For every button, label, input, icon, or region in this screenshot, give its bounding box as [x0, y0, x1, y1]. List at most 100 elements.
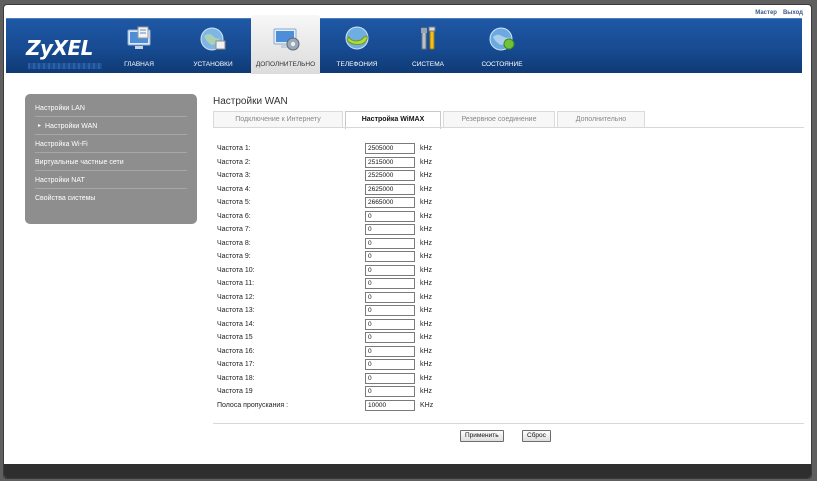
frequency-6-label: Частота 6: — [217, 212, 251, 220]
frequency-18-label: Частота 18: — [217, 374, 255, 382]
nav-advanced[interactable]: ДОПОЛНИТЕЛЬНО — [251, 15, 320, 74]
nav-telephony-label: ТЕЛЕФОНИЯ — [336, 61, 378, 68]
frequency-19-input[interactable] — [365, 386, 415, 397]
unit-label: kHz — [420, 158, 433, 166]
nav-home[interactable]: ГЛАВНАЯ — [119, 19, 159, 74]
frequency-14-label: Частота 14: — [217, 320, 255, 328]
unit-label: kHz — [420, 334, 433, 341]
frequency-4-input[interactable] — [365, 183, 415, 195]
sidebar-item-wan[interactable]: Настройки WAN — [35, 118, 187, 135]
frequency-16-label: Частота 16: — [217, 347, 255, 355]
frequency-4-label: Частота 4: — [217, 185, 251, 193]
frequency-10-input[interactable] — [365, 264, 415, 276]
frame-bottom-bar — [4, 464, 811, 478]
frequency-5-input[interactable] — [365, 197, 415, 208]
unit-label: kHz — [420, 253, 433, 260]
frequency-14-input[interactable] — [365, 318, 415, 330]
bandwidth-label: Полоса пропускания : — [217, 401, 289, 409]
phone-globe-icon — [342, 24, 372, 54]
tools-icon — [413, 24, 443, 54]
frequency-8-label: Частота 8: — [217, 239, 251, 247]
frequency-13-label: Частота 13: — [217, 307, 255, 314]
monitor-gear-icon — [271, 24, 301, 54]
frequency-7-label: Частота 7: — [217, 226, 251, 233]
nav-status[interactable]: СОСТОЯНИЕ — [478, 19, 526, 74]
reset-button[interactable]: Сброс — [522, 430, 551, 442]
frequency-11-input[interactable] — [365, 278, 415, 289]
nav-setup-label: УСТАНОВКИ — [193, 61, 233, 68]
unit-label: KHz — [420, 401, 434, 409]
nav-system-label: СИСТЕМА — [412, 61, 444, 68]
sidebar-item-lan[interactable]: Настройки LAN — [35, 100, 187, 117]
unit-label: kHz — [420, 361, 433, 368]
frequency-13-input[interactable] — [365, 305, 415, 316]
frequency-16-input[interactable] — [365, 345, 415, 357]
frequency-17-input[interactable] — [365, 359, 415, 370]
sidebar-item-system-properties[interactable]: Свойства системы — [35, 190, 187, 207]
header-bar: ZyXEL ГЛАВНАЯ УСТАНОВКИ ДОПОЛНИТЕЛЬНО ТЕ… — [6, 15, 802, 74]
unit-label: kHz — [420, 226, 433, 233]
monitor-window-icon — [124, 24, 154, 54]
unit-label: kHz — [420, 293, 433, 301]
frequency-12-label: Частота 12: — [217, 293, 255, 301]
frequency-1-label: Частота 1: — [217, 145, 251, 152]
unit-label: kHz — [420, 239, 433, 247]
unit-label: kHz — [420, 145, 433, 152]
logout-link[interactable]: Выход — [783, 10, 803, 16]
globe-status-icon — [487, 24, 517, 54]
unit-label: kHz — [420, 374, 433, 382]
apply-button[interactable]: Применить — [460, 430, 504, 442]
frequency-12-input[interactable] — [365, 291, 415, 303]
unit-label: kHz — [420, 388, 433, 395]
frequency-3-input[interactable] — [365, 170, 415, 181]
frequency-9-input[interactable] — [365, 251, 415, 262]
frequency-19-label: Частота 19 — [217, 388, 253, 395]
tab-additional[interactable]: Дополнительно — [557, 111, 645, 128]
page-title: Настройки WAN — [213, 96, 288, 107]
nav-home-label: ГЛАВНАЯ — [124, 61, 154, 68]
frequency-2-label: Частота 2: — [217, 158, 251, 166]
frequency-18-input[interactable] — [365, 372, 415, 384]
frequency-9-label: Частота 9: — [217, 253, 251, 260]
frequency-15-label: Частота 15 — [217, 334, 253, 341]
nav-system[interactable]: СИСТЕМА — [408, 19, 448, 74]
tabs-divider — [213, 127, 804, 128]
form-divider — [213, 423, 804, 424]
sidebar: Настройки LAN Настройки WAN Настройка Wi… — [25, 94, 197, 224]
sidebar-item-nat[interactable]: Настройки NAT — [35, 172, 187, 189]
frequency-15-input[interactable] — [365, 332, 415, 343]
unit-label: kHz — [420, 172, 433, 179]
tab-internet-connection[interactable]: Подключение к Интернету — [213, 111, 343, 128]
sidebar-item-vpn[interactable]: Виртуальные частные сети — [35, 154, 187, 171]
unit-label: kHz — [420, 307, 433, 314]
unit-label: kHz — [420, 199, 433, 206]
frequency-8-input[interactable] — [365, 237, 415, 249]
logo-underline — [28, 63, 102, 69]
frequency-17-label: Частота 17: — [217, 361, 255, 368]
top-links: Мастер Выход — [755, 10, 803, 16]
frequency-10-label: Частота 10: — [217, 266, 255, 274]
sidebar-item-wifi[interactable]: Настройка Wi-Fi — [35, 136, 187, 153]
wizard-link[interactable]: Мастер — [755, 10, 777, 16]
tab-backup-connection[interactable]: Резервное соединение — [443, 111, 555, 128]
zyxel-logo: ZyXEL — [26, 36, 93, 60]
frequency-6-input[interactable] — [365, 210, 415, 222]
frequency-1-input[interactable] — [365, 143, 415, 154]
globe-network-icon — [198, 24, 228, 54]
frequency-5-label: Частота 5: — [217, 199, 251, 206]
nav-advanced-label: ДОПОЛНИТЕЛЬНО — [255, 61, 316, 68]
unit-label: kHz — [420, 320, 433, 328]
frequency-2-input[interactable] — [365, 156, 415, 168]
unit-label: kHz — [420, 280, 433, 287]
unit-label: kHz — [420, 266, 433, 274]
unit-label: kHz — [420, 185, 433, 193]
bandwidth-input[interactable] — [365, 399, 415, 411]
unit-label: kHz — [420, 347, 433, 355]
frequency-3-label: Частота 3: — [217, 172, 251, 179]
nav-status-label: СОСТОЯНИЕ — [481, 61, 523, 68]
nav-setup[interactable]: УСТАНОВКИ — [189, 19, 237, 74]
nav-telephony[interactable]: ТЕЛЕФОНИЯ — [333, 19, 381, 74]
frequency-7-input[interactable] — [365, 224, 415, 235]
frequency-11-label: Частота 11: — [217, 280, 255, 287]
unit-label: kHz — [420, 212, 433, 220]
